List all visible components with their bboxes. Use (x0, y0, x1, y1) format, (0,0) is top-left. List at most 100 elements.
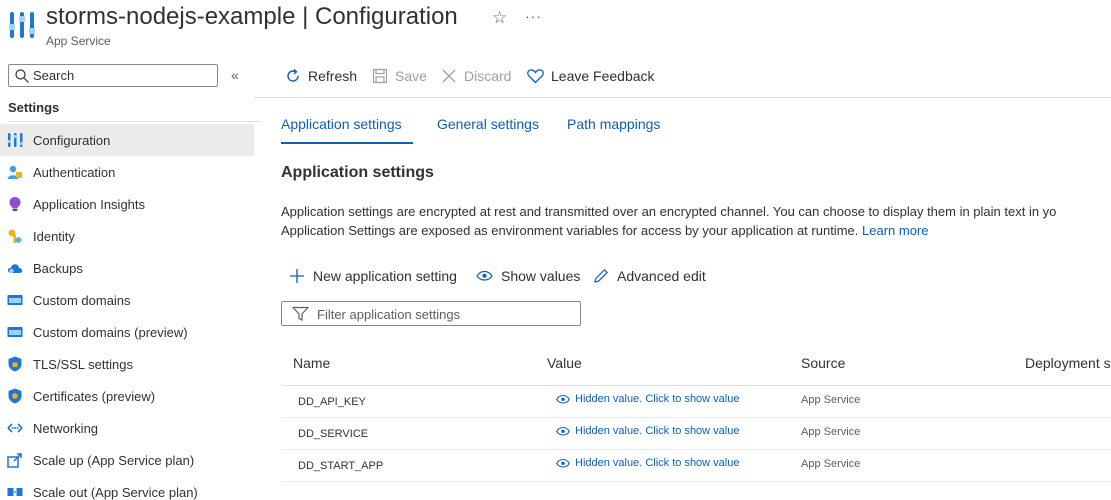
menu-item-label: Scale out (App Service plan) (33, 484, 198, 500)
menu-item-label: Identity (33, 228, 75, 244)
section-description: Application settings are encrypted at re… (281, 202, 1111, 240)
resource-menu: « Settings Configuration Authentication … (0, 58, 261, 500)
advanced-edit-label: Advanced edit (617, 268, 706, 284)
custom-domains-icon (7, 295, 23, 305)
column-header-source[interactable]: Source (801, 355, 845, 371)
tab-application-settings[interactable]: Application settings (281, 116, 402, 132)
menu-item-application-insights[interactable]: Application Insights (0, 188, 254, 220)
description-line-1: Application settings are encrypted at re… (281, 204, 1057, 219)
page-subtitle: App Service (46, 34, 111, 48)
discard-icon (442, 69, 456, 83)
resource-name: storms-nodejs-example (46, 3, 296, 30)
hidden-value-link[interactable]: Hidden value. Click to show value (556, 393, 739, 405)
section-divider (8, 121, 261, 122)
setting-source: App Service (801, 458, 861, 470)
menu-section-title: Settings (8, 100, 60, 115)
table-row[interactable]: DD_SERVICE Hidden value. Click to show v… (281, 418, 1111, 450)
hidden-value-text: Hidden value. Click to show value (575, 425, 740, 437)
menu-item-label: Backups (33, 260, 83, 276)
configuration-logo-icon (9, 12, 35, 38)
menu-item-networking[interactable]: Networking (0, 412, 254, 444)
refresh-label: Refresh (308, 68, 358, 84)
save-label: Save (395, 68, 427, 84)
menu-item-tls-ssl-settings[interactable]: TLS/SSL settings (0, 348, 254, 380)
favorite-star-icon[interactable]: ☆ (492, 8, 507, 28)
command-bar: Refresh Save Discard Leave Feedback (254, 58, 1111, 98)
menu-item-scale-out[interactable]: Scale out (App Service plan) (0, 476, 254, 500)
menu-item-identity[interactable]: Identity (0, 220, 254, 252)
section-heading: Application settings (281, 164, 434, 181)
eye-icon (476, 270, 493, 281)
new-application-setting-button[interactable]: New application setting (289, 268, 457, 284)
menu-item-label: Certificates (preview) (33, 388, 156, 404)
description-line-2-text: Application Settings are exposed as envi… (281, 223, 859, 238)
menu-item-authentication[interactable]: Authentication (0, 156, 254, 188)
setting-source: App Service (801, 426, 861, 438)
page-title: storms-nodejs-example | Configuration (46, 3, 458, 31)
menu-items: Configuration Authentication Application… (0, 124, 254, 500)
hidden-value-text: Hidden value. Click to show value (575, 393, 740, 405)
menu-item-scale-up[interactable]: Scale up (App Service plan) (0, 444, 254, 476)
heart-icon (527, 69, 544, 84)
menu-item-custom-domains-preview[interactable]: Custom domains (preview) (0, 316, 254, 348)
save-button[interactable]: Save (372, 68, 427, 84)
menu-item-configuration[interactable]: Configuration (0, 124, 254, 156)
filter-icon (292, 306, 309, 321)
more-options-icon[interactable]: ··· (525, 8, 542, 24)
show-values-button[interactable]: Show values (476, 268, 580, 284)
menu-item-label: Authentication (33, 164, 116, 180)
configuration-icon (7, 133, 23, 147)
filter-settings-input[interactable] (317, 306, 567, 322)
learn-more-link[interactable]: Learn more (862, 223, 928, 238)
custom-domains-preview-icon (7, 327, 23, 337)
hidden-value-link[interactable]: Hidden value. Click to show value (556, 425, 739, 437)
menu-item-certificates-preview[interactable]: Certificates (preview) (0, 380, 254, 412)
filter-settings-box[interactable] (281, 301, 581, 326)
table-row[interactable]: DD_API_KEY Hidden value. Click to show v… (281, 386, 1111, 418)
menu-item-label: Configuration (33, 132, 111, 148)
menu-item-label: Custom domains (33, 292, 131, 308)
search-icon (15, 69, 29, 83)
menu-search-input[interactable] (33, 67, 213, 84)
certificates-icon (8, 388, 22, 404)
column-header-name[interactable]: Name (293, 355, 330, 371)
networking-icon (7, 423, 23, 433)
show-values-label: Show values (501, 268, 581, 284)
scale-up-icon (7, 453, 22, 468)
save-icon (372, 68, 388, 84)
blade-name: Configuration (315, 3, 458, 30)
menu-item-label: Custom domains (preview) (33, 324, 188, 340)
hidden-value-text: Hidden value. Click to show value (575, 457, 740, 469)
tab-path-mappings[interactable]: Path mappings (567, 116, 660, 132)
column-header-deployment-slot[interactable]: Deployment s (1025, 355, 1111, 371)
collapse-menu-icon[interactable]: « (231, 67, 239, 83)
discard-label: Discard (464, 68, 512, 84)
menu-search-box[interactable] (8, 64, 218, 87)
discard-button[interactable]: Discard (441, 68, 511, 84)
setting-source: App Service (801, 394, 861, 406)
advanced-edit-button[interactable]: Advanced edit (593, 268, 706, 284)
plus-icon (290, 269, 304, 283)
leave-feedback-button[interactable]: Leave Feedback (527, 68, 655, 84)
column-header-value[interactable]: Value (547, 355, 582, 371)
hidden-value-link[interactable]: Hidden value. Click to show value (556, 457, 739, 469)
description-line-2: Application Settings are exposed as envi… (281, 221, 1111, 240)
menu-item-custom-domains[interactable]: Custom domains (0, 284, 254, 316)
menu-item-backups[interactable]: Backups (0, 252, 254, 284)
pencil-icon (594, 268, 609, 283)
setting-name[interactable]: DD_API_KEY (298, 396, 366, 408)
application-insights-icon (9, 197, 21, 211)
refresh-button[interactable]: Refresh (285, 68, 357, 84)
menu-item-label: TLS/SSL settings (33, 356, 133, 372)
menu-item-label: Scale up (App Service plan) (33, 452, 195, 468)
eye-icon (556, 458, 570, 468)
feedback-label: Leave Feedback (551, 68, 655, 84)
backups-icon (7, 264, 23, 274)
setting-name[interactable]: DD_START_APP (298, 460, 383, 472)
tab-general-settings[interactable]: General settings (437, 116, 539, 132)
setting-name[interactable]: DD_SERVICE (298, 428, 368, 440)
table-row[interactable]: DD_START_APP Hidden value. Click to show… (281, 450, 1111, 482)
eye-icon (556, 394, 570, 404)
eye-icon (556, 426, 570, 436)
menu-item-label: Networking (33, 420, 99, 436)
